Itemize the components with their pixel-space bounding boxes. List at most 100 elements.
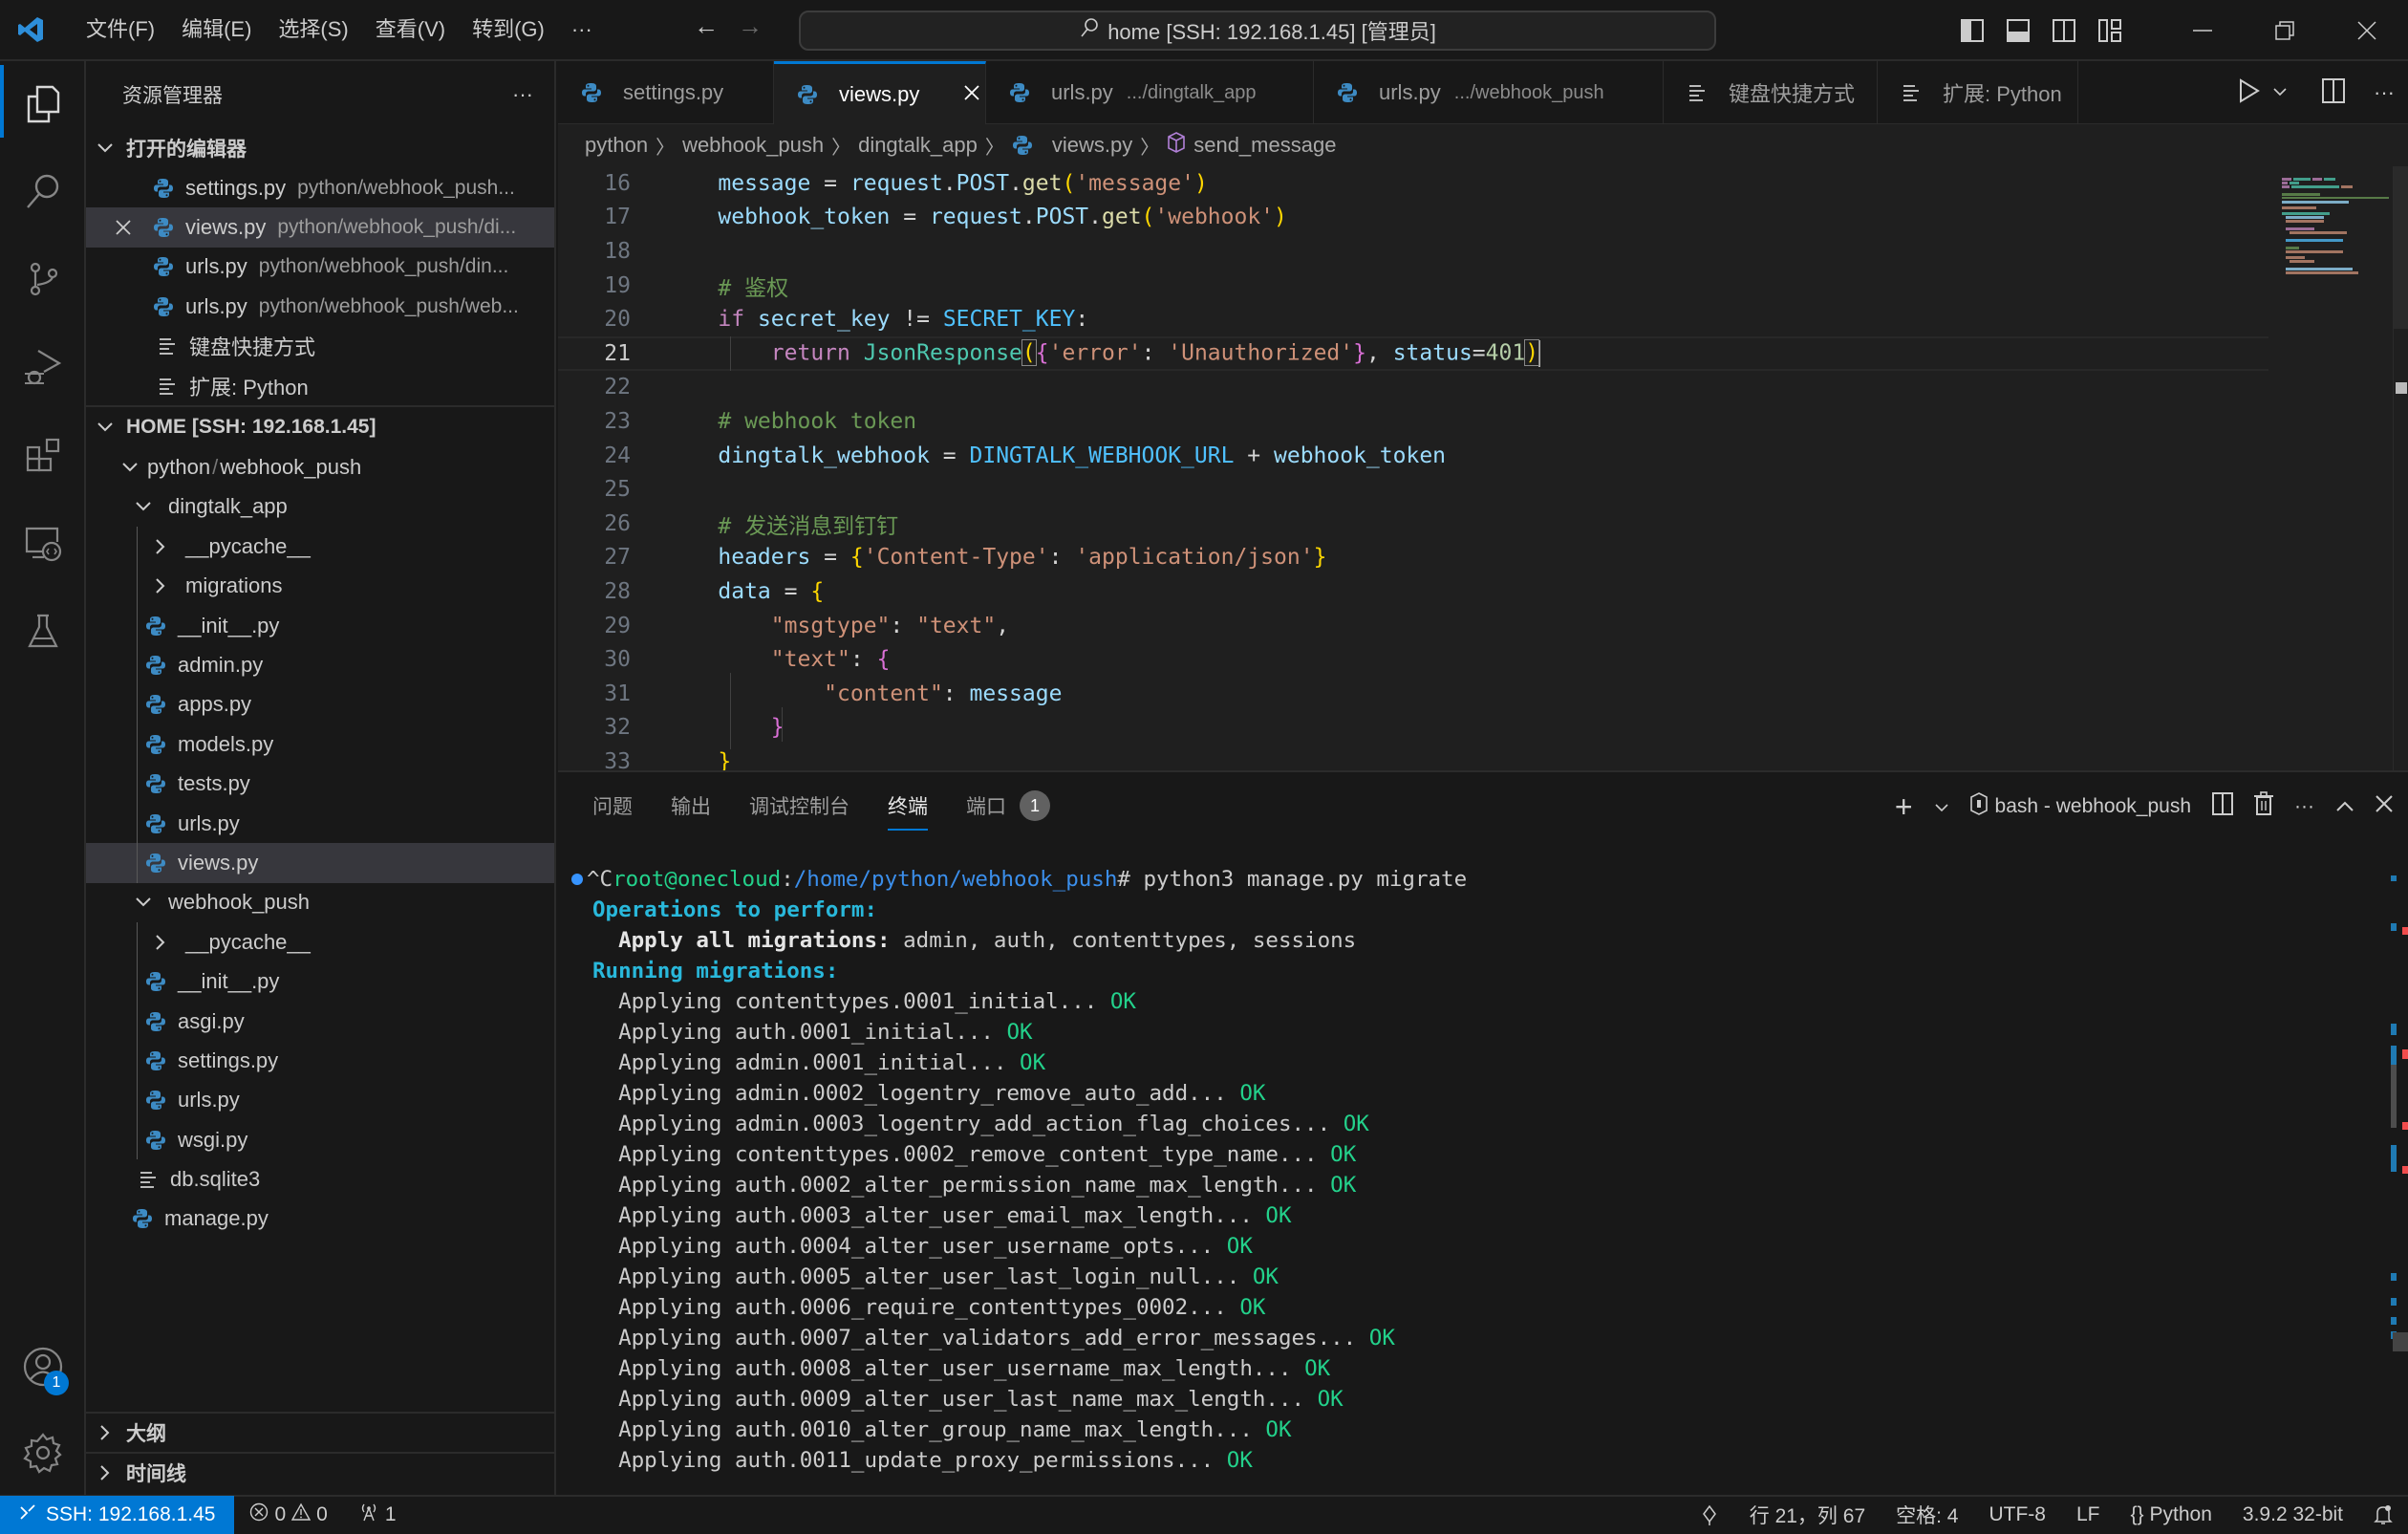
tree-file[interactable]: manage.py — [86, 1199, 554, 1239]
code-line[interactable]: 24 dingtalk_webhook = DINGTALK_WEBHOOK_U… — [558, 439, 2268, 473]
cursor-position[interactable]: 行 21，列 67 — [1734, 1496, 1881, 1534]
source-control-icon[interactable] — [0, 237, 86, 321]
explorer-icon[interactable] — [0, 61, 86, 145]
encoding[interactable]: UTF-8 — [1973, 1496, 2061, 1534]
close-window-icon[interactable] — [2326, 0, 2408, 61]
code-line[interactable]: 32 } — [558, 711, 2268, 745]
tree-file[interactable]: admin.py — [86, 645, 554, 685]
breadcrumb-item[interactable]: webhook_push — [682, 133, 824, 158]
command-decoration-icon[interactable] — [571, 874, 583, 885]
tree-file[interactable]: wsgi.py — [86, 1119, 554, 1160]
editor-tab[interactable]: views.py — [774, 61, 986, 124]
remote-explorer-icon[interactable] — [0, 501, 86, 585]
code-line[interactable]: 23 # webhook token — [558, 404, 2268, 439]
code-line[interactable]: 28 data = { — [558, 574, 2268, 609]
customize-layout-icon[interactable] — [2087, 11, 2133, 50]
menu-item[interactable]: 编辑(E) — [168, 11, 265, 49]
tree-file[interactable]: db.sqlite3 — [86, 1159, 554, 1199]
code-line[interactable]: 33 } — [558, 745, 2268, 770]
terminal-instance[interactable]: bash - webhook_push — [1969, 792, 2191, 821]
split-editor-icon[interactable] — [2322, 77, 2346, 108]
code-line[interactable]: 31 "content": message — [558, 677, 2268, 711]
tree-folder[interactable]: __pycache__ — [86, 527, 554, 567]
close-icon[interactable] — [115, 219, 153, 236]
editor-tab[interactable]: urls.py .../webhook_push — [1314, 61, 1664, 124]
minimize-icon[interactable] — [2161, 0, 2244, 61]
code-editor[interactable]: 16 message = request.POST.get('message')… — [558, 166, 2408, 770]
panel-tab[interactable]: 调试控制台 — [749, 787, 849, 825]
notifications-bell-icon[interactable] — [2358, 1496, 2408, 1534]
split-terminal-icon[interactable] — [2212, 792, 2234, 821]
kill-terminal-trash-icon[interactable] — [2254, 791, 2274, 822]
open-editor-item[interactable]: 键盘快捷方式 — [86, 327, 554, 366]
maximize-panel-chevron-up-icon[interactable] — [2335, 795, 2354, 818]
tree-file[interactable]: models.py — [86, 724, 554, 765]
terminal-scrollbar[interactable] — [2389, 868, 2408, 1489]
tree-file[interactable]: settings.py — [86, 1041, 554, 1081]
explorer-more-actions-icon[interactable]: ··· — [512, 82, 533, 107]
menu-item[interactable]: ··· — [558, 11, 606, 49]
breadcrumb-item[interactable]: dingtalk_app — [858, 133, 978, 158]
command-center-search[interactable]: home [SSH: 192.168.1.45] [管理员] — [799, 11, 1716, 51]
back-arrow-icon[interactable]: ← — [684, 11, 728, 41]
run-dropdown-chevron-icon[interactable] — [2272, 84, 2288, 101]
run-python-file-icon[interactable] — [2238, 77, 2261, 108]
restore-icon[interactable] — [2244, 0, 2326, 61]
panel-tab[interactable]: 终端 — [888, 787, 928, 831]
tree-file[interactable]: __init__.py — [86, 605, 554, 646]
python-interpreter[interactable]: 3.9.2 32-bit — [2227, 1496, 2358, 1534]
tree-folder[interactable]: migrations — [86, 566, 554, 606]
breadcrumb-item[interactable]: views.py — [1052, 133, 1132, 158]
tree-file[interactable]: views.py — [86, 843, 554, 883]
code-line[interactable]: 29 "msgtype": "text", — [558, 609, 2268, 643]
code-line[interactable]: 30 "text": { — [558, 642, 2268, 677]
breadcrumb-item[interactable]: python — [585, 133, 648, 158]
tree-file[interactable]: urls.py — [86, 803, 554, 844]
tree-file[interactable]: tests.py — [86, 764, 554, 804]
problems-status[interactable]: 0 0 — [234, 1496, 342, 1534]
editor-more-actions-icon[interactable]: ··· — [2374, 80, 2395, 105]
tree-folder-root[interactable]: python / webhook_push — [86, 447, 554, 486]
code-line[interactable]: 19 # 鉴权 — [558, 269, 2268, 303]
editor-tab[interactable]: urls.py .../dingtalk_app — [986, 61, 1314, 124]
editor-tab[interactable]: settings.py — [558, 61, 774, 124]
panel-tab[interactable]: 输出 — [671, 787, 711, 825]
new-terminal-plus-icon[interactable]: + — [1895, 789, 1913, 825]
forwarded-ports-status[interactable]: 1 — [343, 1496, 412, 1534]
search-icon[interactable] — [0, 149, 86, 233]
menu-item[interactable]: 选择(S) — [265, 11, 361, 49]
forward-arrow-icon[interactable]: → — [728, 11, 772, 41]
open-editor-item[interactable]: urls.py python/webhook_push/din... — [86, 248, 554, 287]
panel-tab[interactable]: 端口 1 — [966, 787, 1050, 825]
open-editor-item[interactable]: urls.py python/webhook_push/web... — [86, 287, 554, 326]
code-line[interactable]: 25 — [558, 472, 2268, 507]
code-line[interactable]: 27 headers = {'Content-Type': 'applicati… — [558, 541, 2268, 575]
code-line[interactable]: 17 webhook_token = request.POST.get('web… — [558, 201, 2268, 235]
code-line[interactable]: 22 — [558, 371, 2268, 405]
tree-folder[interactable]: __pycache__ — [86, 922, 554, 962]
settings-gear-icon[interactable] — [0, 1411, 86, 1495]
testing-flask-icon[interactable] — [0, 589, 86, 673]
code-line[interactable]: 16 message = request.POST.get('message') — [558, 166, 2268, 201]
tree-folder[interactable]: dingtalk_app — [86, 487, 554, 527]
accounts-icon[interactable]: 1 — [0, 1325, 86, 1409]
editor-tab[interactable]: 键盘快捷方式 — [1664, 61, 1878, 124]
outline-section-header[interactable]: 大纲 — [86, 1414, 554, 1452]
timeline-section-header[interactable]: 时间线 — [86, 1454, 554, 1492]
open-editors-section-header[interactable]: 打开的编辑器 — [86, 128, 554, 168]
tree-folder[interactable]: webhook_push — [86, 883, 554, 922]
tree-file[interactable]: apps.py — [86, 684, 554, 725]
code-line[interactable]: 26 # 发送消息到钉钉 — [558, 507, 2268, 541]
panel-tab[interactable]: 问题 — [592, 787, 633, 825]
code-line[interactable]: 20 if secret_key != SECRET_KEY: — [558, 302, 2268, 336]
editor-tab[interactable]: 扩展: Python — [1878, 61, 2078, 124]
indentation[interactable]: 空格: 4 — [1881, 1496, 1973, 1534]
python-env-status-icon[interactable] — [1685, 1496, 1734, 1534]
open-editor-item[interactable]: settings.py python/webhook_push... — [86, 168, 554, 207]
toggle-primary-sidebar-icon[interactable] — [1949, 11, 1995, 50]
code-line[interactable]: 21 return JsonResponse({'error': 'Unauth… — [558, 336, 2268, 371]
tree-file[interactable]: __init__.py — [86, 961, 554, 1002]
language-mode[interactable]: {} Python — [2116, 1496, 2227, 1534]
close-panel-icon[interactable] — [2376, 795, 2393, 818]
tree-file[interactable]: urls.py — [86, 1080, 554, 1120]
